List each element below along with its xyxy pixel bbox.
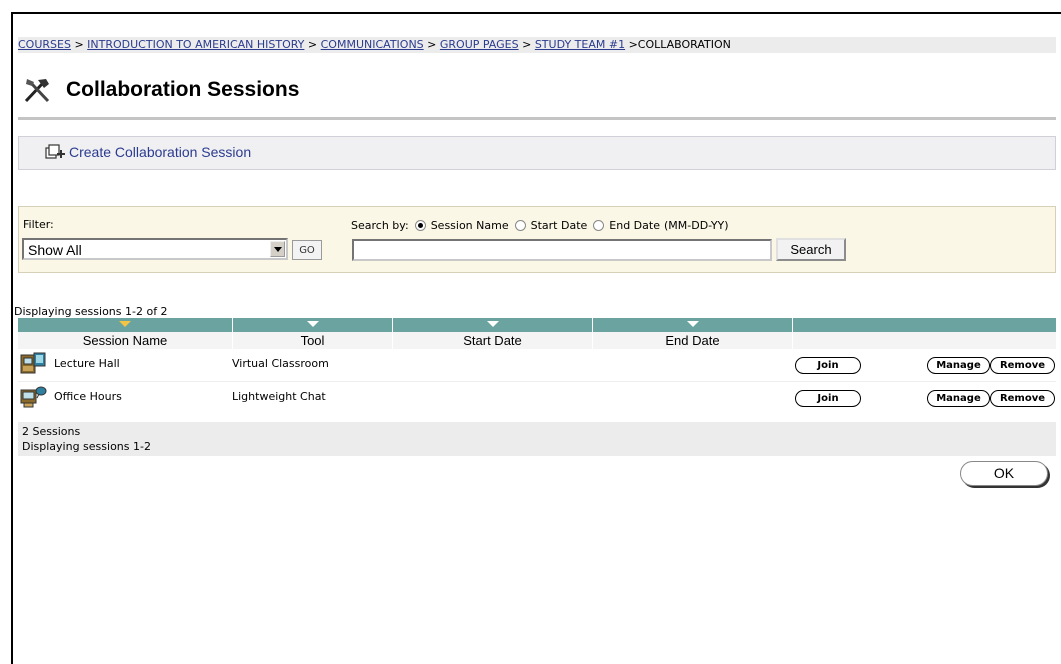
search-button[interactable]: Search <box>776 238 846 261</box>
radio-end-date-label: End Date <box>609 219 660 232</box>
breadcrumb: COURSES > INTRODUCTION TO AMERICAN HISTO… <box>18 37 1056 53</box>
session-name: Lecture Hall <box>54 357 120 370</box>
column-label: Start Date <box>463 333 522 348</box>
virtual-classroom-icon <box>19 352 47 376</box>
radio-start-date[interactable] <box>514 220 526 231</box>
breadcrumb-separator: > <box>427 38 440 51</box>
list-footer: 2 Sessions Displaying sessions 1-2 <box>18 422 1056 456</box>
remove-button[interactable]: Remove <box>990 357 1055 374</box>
radio-start-date-label: Start Date <box>530 219 588 232</box>
create-session-link[interactable]: Create Collaboration Session <box>45 144 251 160</box>
page-header: Collaboration Sessions <box>22 75 299 105</box>
tools-icon <box>22 76 52 104</box>
search-by-group: Search by: Session Name Start Date End D… <box>351 219 729 232</box>
column-session-name[interactable]: Session Name <box>18 318 233 349</box>
create-session-icon <box>45 144 65 160</box>
filter-select[interactable]: Show All <box>22 238 288 260</box>
title-divider <box>18 117 1056 120</box>
column-label: Session Name <box>82 333 168 348</box>
displaying-count-top: Displaying sessions 1-2 of 2 <box>14 305 168 318</box>
breadcrumb-group-pages[interactable]: GROUP PAGES <box>440 38 519 51</box>
page-title: Collaboration Sessions <box>66 78 300 101</box>
action-bar: Create Collaboration Session <box>18 136 1056 170</box>
date-format-hint: (MM-DD-YY) <box>663 219 729 232</box>
table-row: Office Hours Lightweight Chat Join Manag… <box>18 381 1056 413</box>
join-button[interactable]: Join <box>795 357 861 374</box>
chevron-down-icon[interactable] <box>270 241 285 257</box>
session-tool: Lightweight Chat <box>232 390 326 403</box>
radio-session-name[interactable] <box>414 220 426 231</box>
column-tool[interactable]: Tool <box>233 318 393 349</box>
breadcrumb-separator: > <box>307 38 321 51</box>
column-actions <box>793 318 1056 349</box>
join-button[interactable]: Join <box>795 390 861 407</box>
breadcrumb-study-team[interactable]: STUDY TEAM #1 <box>535 38 625 51</box>
manage-button[interactable]: Manage <box>927 390 990 407</box>
lightweight-chat-icon <box>19 385 47 409</box>
filter-label: Filter: <box>23 218 54 231</box>
ok-button[interactable]: OK <box>960 461 1048 486</box>
breadcrumb-separator: > <box>74 38 88 51</box>
search-input[interactable] <box>352 239 772 261</box>
breadcrumb-course[interactable]: INTRODUCTION TO AMERICAN HISTORY <box>87 38 304 51</box>
radio-end-date[interactable] <box>593 220 605 231</box>
create-session-label: Create Collaboration Session <box>69 144 252 160</box>
remove-button[interactable]: Remove <box>990 390 1055 407</box>
breadcrumb-current: COLLABORATION <box>637 38 731 51</box>
column-start-date[interactable]: Start Date <box>393 318 593 349</box>
sort-arrow-icon[interactable] <box>686 321 699 327</box>
manage-button[interactable]: Manage <box>927 357 990 374</box>
table-row: Lecture Hall Virtual Classroom Join Mana… <box>18 349 1056 380</box>
table-header: Session Name Tool Start Date End Date <box>18 318 1056 349</box>
filter-select-value: Show All <box>28 242 82 258</box>
session-name: Office Hours <box>54 390 122 403</box>
breadcrumb-courses[interactable]: COURSES <box>18 38 71 51</box>
search-by-label: Search by: <box>351 219 409 232</box>
breadcrumb-communications[interactable]: COMMUNICATIONS <box>321 38 424 51</box>
sort-arrow-icon[interactable] <box>486 321 499 327</box>
column-end-date[interactable]: End Date <box>593 318 793 349</box>
breadcrumb-separator: > <box>522 38 535 51</box>
session-tool: Virtual Classroom <box>232 357 329 370</box>
breadcrumb-separator: > <box>628 38 638 51</box>
go-button[interactable]: GO <box>292 240 322 260</box>
column-label: Tool <box>300 333 325 348</box>
sort-arrow-icon[interactable] <box>119 321 131 327</box>
sort-arrow-icon[interactable] <box>306 321 319 327</box>
column-label: End Date <box>665 333 720 348</box>
displaying-count-bottom: Displaying sessions 1-2 <box>22 440 151 453</box>
radio-session-name-label: Session Name <box>430 219 509 232</box>
filter-panel: Filter: Show All GO Search by: Session N… <box>18 206 1056 273</box>
session-count: 2 Sessions <box>22 425 81 438</box>
